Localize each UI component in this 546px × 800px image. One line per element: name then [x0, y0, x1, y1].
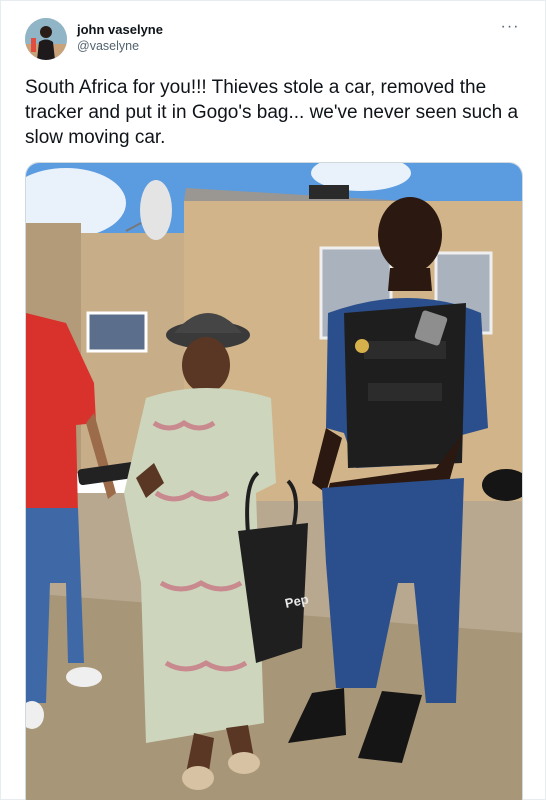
author-names: john vaselyne @vaselyne	[77, 22, 163, 54]
tweet-header: john vaselyne @vaselyne ···	[25, 18, 525, 60]
avatar[interactable]	[25, 18, 67, 60]
author-display-name[interactable]: john vaselyne	[77, 22, 163, 38]
tweet-card: john vaselyne @vaselyne ··· South Africa…	[0, 0, 546, 800]
author-handle[interactable]: @vaselyne	[77, 38, 163, 54]
tweet-photo[interactable]: Pep	[25, 162, 523, 800]
tweet-text: South Africa for you!!! Thieves stole a …	[25, 77, 519, 148]
more-options-icon[interactable]: ···	[499, 19, 521, 38]
